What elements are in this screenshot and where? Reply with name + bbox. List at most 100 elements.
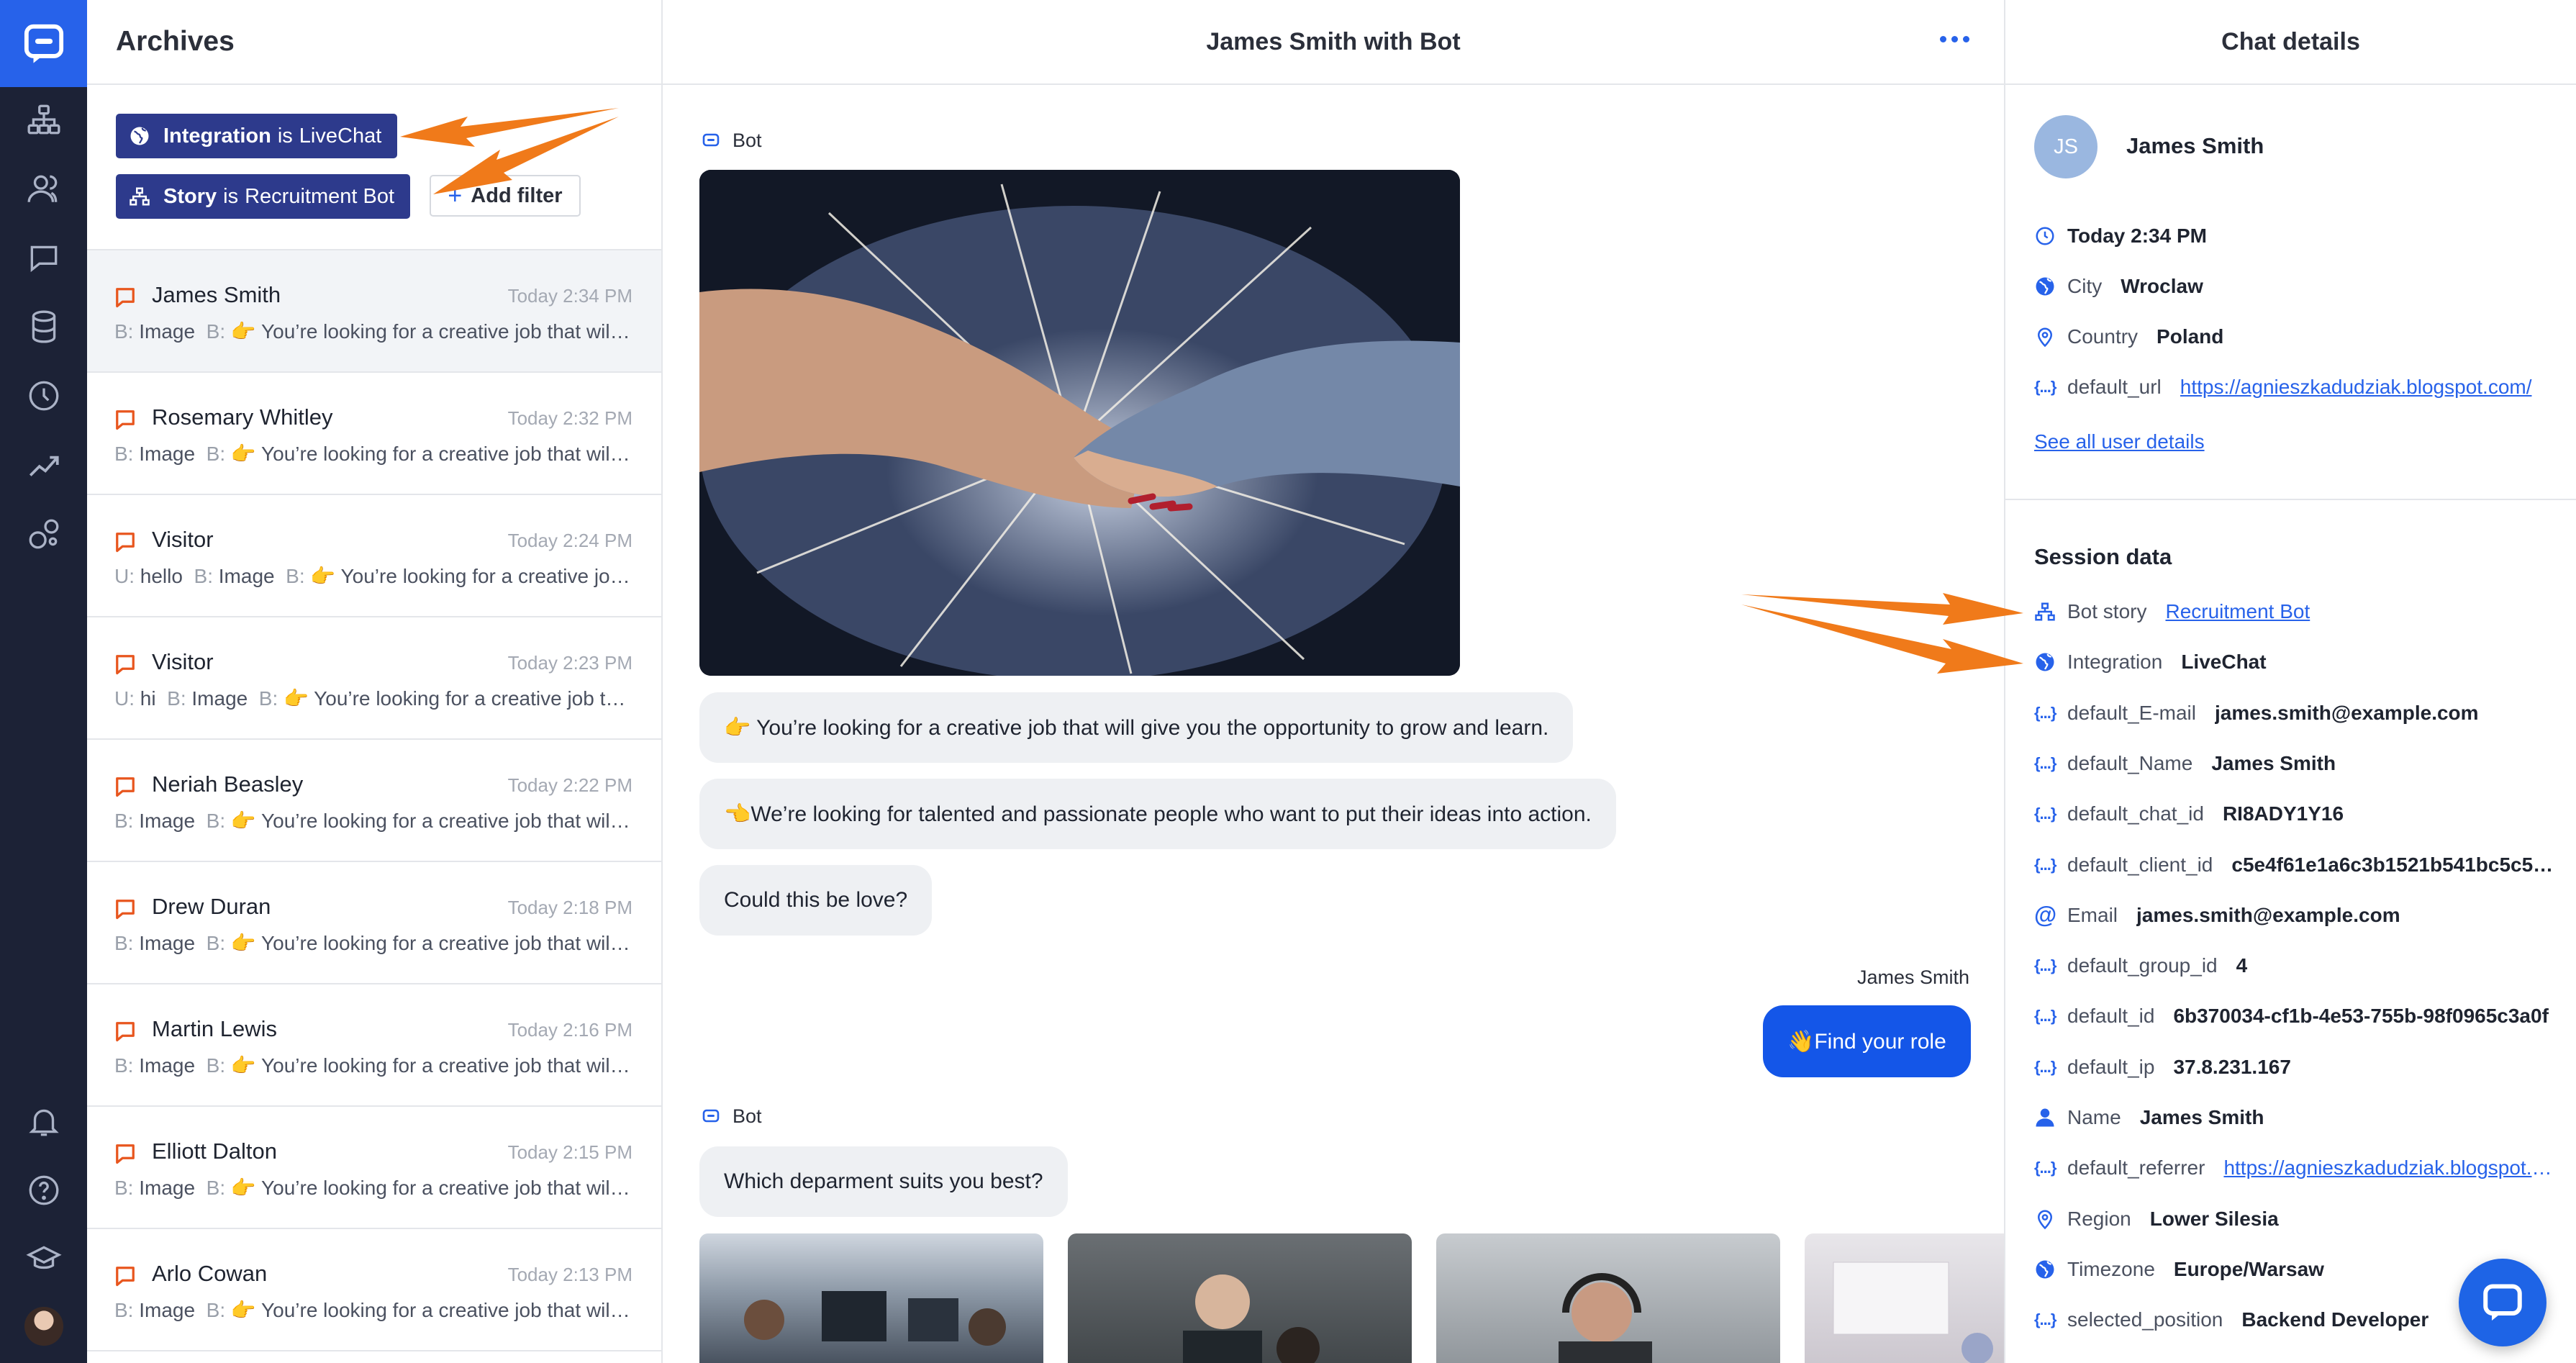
nav-data[interactable] xyxy=(0,292,87,361)
preview-text: Image xyxy=(139,443,196,465)
preview-text: 👉 You’re looking for a creative job that… xyxy=(230,810,632,832)
session-value: RI8ADY1Y16 xyxy=(2222,802,2344,825)
filter-bar: Integration is LiveChat Story is Recruit… xyxy=(87,85,661,250)
session-row: {...} default_referrer https://agnieszkadu… xyxy=(2034,1154,2554,1182)
globe-icon xyxy=(130,127,149,145)
detail-url-link[interactable]: https://agnieszkadudziak.blogspot.com/ xyxy=(2180,376,2554,399)
see-all-user-details-link[interactable]: See all user details xyxy=(2034,430,2205,453)
chat-launcher-button[interactable] xyxy=(2459,1259,2546,1346)
whiteboard-photo xyxy=(1833,1262,1993,1363)
archive-item-name: Visitor xyxy=(152,649,214,674)
preview-text: 👉 You’re looking for a creative job that… xyxy=(310,565,632,587)
bot-author: Bot xyxy=(702,130,762,152)
archive-item[interactable]: Rosemary Whitley Today 2:32 PM B: Image B:… xyxy=(87,373,661,495)
session-row: {...} default_E-mail james.smith@example.c… xyxy=(2034,699,2554,728)
archive-item-preview: B: Image B: 👉 You’re looking for a creat… xyxy=(114,320,632,343)
nav-archives[interactable] xyxy=(0,223,87,292)
carousel-card-image[interactable] xyxy=(699,1233,1043,1363)
globe-icon xyxy=(2036,277,2054,296)
archive-item-name: Rosemary Whitley xyxy=(152,404,333,430)
archive-item-time: Today 2:13 PM xyxy=(507,1264,632,1285)
detail-value: Poland xyxy=(2157,325,2224,348)
nav-reports[interactable] xyxy=(0,430,87,499)
preview-text: hello xyxy=(140,565,183,587)
archive-item-time: Today 2:24 PM xyxy=(507,530,632,551)
session-key: default_id xyxy=(2067,1005,2155,1028)
preview-sender: U: xyxy=(114,565,135,587)
session-key: default_Name xyxy=(2067,751,2193,774)
more-options-icon[interactable] xyxy=(1940,36,1969,42)
filter-op: is xyxy=(223,184,239,208)
archive-item[interactable]: Arlo Cowan Today 2:13 PM B: Image B: 👉 You… xyxy=(87,1229,661,1351)
chat-title: James Smith with Bot xyxy=(1206,27,1461,55)
nav-academy[interactable] xyxy=(0,1225,87,1294)
nav-history[interactable] xyxy=(0,361,87,430)
bot-story-icon xyxy=(2034,601,2067,622)
trend-icon xyxy=(29,456,59,476)
archive-item[interactable]: Drew Duran Today 2:18 PM B: Image B: 👉 You… xyxy=(87,862,661,984)
filter-chip-story[interactable]: Story is Recruitment Bot xyxy=(116,174,411,219)
session-value: 4 xyxy=(2236,954,2248,977)
carousel-card-image[interactable] xyxy=(1436,1233,1780,1363)
archive-item-name: Visitor xyxy=(152,527,214,552)
filter-chip-integration[interactable]: Integration is LiveChat xyxy=(116,114,398,158)
meeting-photo xyxy=(1183,1274,1320,1363)
conversation-icon xyxy=(114,898,136,920)
variable-icon: {...} xyxy=(2034,956,2056,975)
graduation-cap-icon xyxy=(25,1246,62,1269)
session-key: Name xyxy=(2067,1106,2121,1128)
bot-message: Which deparment suits you best? xyxy=(699,1146,1068,1217)
app-logo[interactable] xyxy=(0,0,87,87)
preview-text: hi xyxy=(140,687,156,710)
nav-help[interactable] xyxy=(0,1156,87,1225)
session-key: default_ip xyxy=(2067,1055,2155,1078)
session-value[interactable]: https://agnieszkadudziak.blogspot.com/ xyxy=(2223,1156,2554,1179)
session-row: {...} default_chat_id RI8ADY1Y16 xyxy=(2034,800,2554,828)
avatar: JS xyxy=(2034,115,2097,178)
session-key: default_chat_id xyxy=(2067,802,2204,825)
session-key: default_referrer xyxy=(2067,1156,2205,1179)
nav-integrations[interactable] xyxy=(0,499,87,569)
archive-item[interactable]: Visitor Today 2:23 PM U: hi B: Image B: 👉 … xyxy=(87,617,661,740)
variable-icon: {...} xyxy=(2034,855,2056,874)
session-value: LiveChat xyxy=(2181,651,2267,674)
archive-item[interactable]: Visitor Today 2:24 PM U: hello B: Image B:… xyxy=(87,495,661,617)
archive-item-name: Neriah Beasley xyxy=(152,771,304,797)
session-value: james.smith@example.com xyxy=(2136,903,2400,926)
session-row: {...} default_id 6b370034-cf1b-4e53-755b-9… xyxy=(2034,1002,2554,1031)
preview-sender: B: xyxy=(206,320,226,343)
carousel-card-image[interactable] xyxy=(1805,1233,2004,1363)
carousel-card-image[interactable] xyxy=(1068,1233,1412,1363)
archive-item-name: Drew Duran xyxy=(152,894,271,919)
archive-item-preview: B: Image B: 👉 You’re looking for a creat… xyxy=(114,1298,632,1322)
preview-text: Image xyxy=(139,810,196,832)
archive-item[interactable]: Neriah Beasley Today 2:22 PM B: Image B: 👉… xyxy=(87,740,661,862)
archive-item-preview: U: hi B: Image B: 👉 You’re looking for a… xyxy=(114,687,632,710)
archive-item-time: Today 2:32 PM xyxy=(507,407,632,429)
chat-panel: James Smith with Bot Bot 👉 You’re lookin… xyxy=(663,0,2004,1363)
nav-stories[interactable] xyxy=(0,85,87,154)
session-value[interactable]: Recruitment Bot xyxy=(2165,600,2554,623)
archive-item[interactable]: Martin Lewis Today 2:16 PM B: Image B: 👉 Y… xyxy=(87,984,661,1107)
variable-icon: {...} xyxy=(2034,1057,2056,1076)
preview-sender: B: xyxy=(258,687,278,710)
archive-item-name: Martin Lewis xyxy=(152,1016,277,1041)
chat-image-gif[interactable] xyxy=(699,170,1460,676)
add-filter-button[interactable]: + Add filter xyxy=(430,175,581,217)
preview-sender: B: xyxy=(114,1054,134,1077)
clock-icon xyxy=(29,381,58,411)
session-row: @ Email james.smith@example.com xyxy=(2034,901,2554,930)
pin-icon xyxy=(2037,327,2053,348)
preview-text: Image xyxy=(139,1177,196,1199)
archive-item-time: Today 2:18 PM xyxy=(507,897,632,918)
variable-icon: {...} xyxy=(2034,1007,2056,1025)
user-avatar[interactable] xyxy=(24,1307,63,1346)
variable-icon: {...} xyxy=(2034,1159,2056,1177)
archive-item[interactable]: Elliott Dalton Today 2:15 PM B: Image B: 👉… xyxy=(87,1107,661,1229)
sitemap-icon xyxy=(130,187,150,206)
detail-key: City xyxy=(2067,275,2103,297)
nav-users[interactable] xyxy=(0,154,87,223)
archive-item[interactable]: James Smith Today 2:34 PM B: Image B: 👉 Yo… xyxy=(87,250,661,373)
conversation-icon xyxy=(114,286,136,308)
nav-notifications[interactable] xyxy=(0,1087,87,1156)
